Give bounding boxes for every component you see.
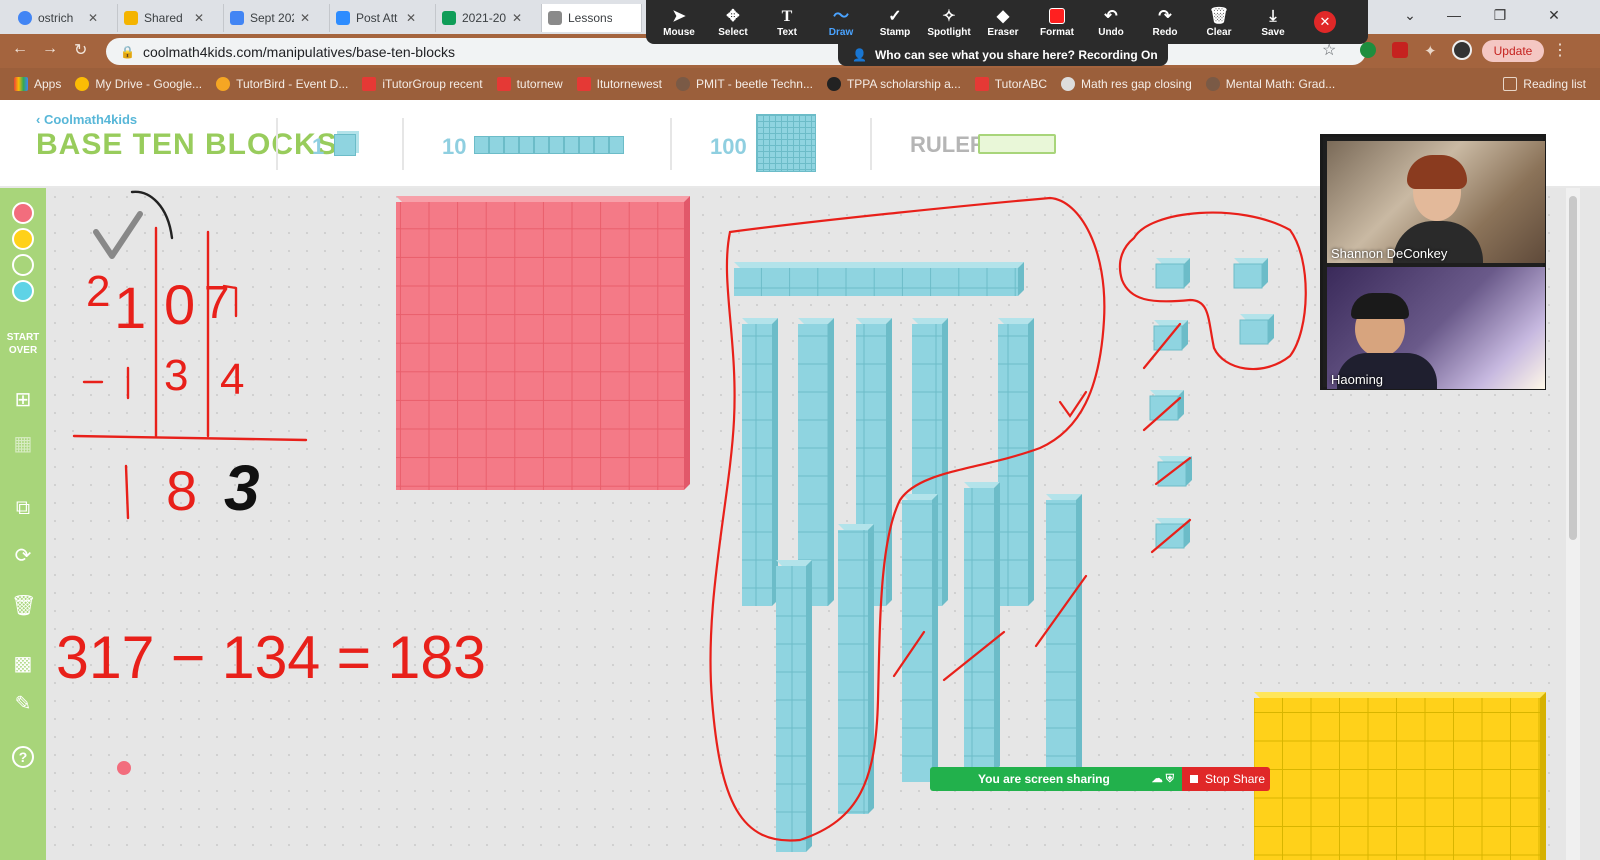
hundred-block-yellow[interactable] bbox=[1254, 692, 1546, 860]
hundred-block-red[interactable] bbox=[396, 196, 690, 490]
screen-share-bar: You are screen sharing ☁ ⛨ Stop Share bbox=[930, 767, 1270, 791]
drawing-layer: 2 1 0 7 3 4 8 3 317 − 134 = 183 bbox=[56, 190, 1546, 860]
ten-rod[interactable] bbox=[1046, 494, 1082, 782]
unit-cube[interactable] bbox=[1233, 258, 1268, 289]
handwritten-digit: 1 bbox=[114, 276, 146, 341]
handwritten-digit: 8 bbox=[166, 459, 197, 522]
pen-cursor-dot bbox=[117, 761, 131, 775]
video-tile-teacher[interactable]: Shannon DeConkey bbox=[1327, 141, 1545, 263]
participant-name: Haoming bbox=[1331, 372, 1384, 387]
ten-rod[interactable] bbox=[742, 318, 778, 606]
participant-hair bbox=[1351, 293, 1409, 319]
handwritten-digit: 3 bbox=[164, 351, 188, 400]
video-panel[interactable]: Shannon DeConkey Haoming bbox=[1320, 134, 1546, 390]
stop-share-button[interactable]: Stop Share bbox=[1182, 767, 1270, 791]
sharing-status[interactable]: You are screen sharing ☁ ⛨ bbox=[930, 767, 1182, 791]
handwritten-digit: 0 bbox=[164, 273, 195, 336]
participant-hair bbox=[1407, 155, 1467, 189]
handwritten-equation: 317 − 134 = 183 bbox=[56, 624, 486, 691]
unit-cube[interactable] bbox=[1149, 390, 1184, 421]
shield-icon: ☁ ⛨ bbox=[1151, 773, 1174, 785]
participant-name: Shannon DeConkey bbox=[1331, 246, 1448, 261]
unit-cube[interactable] bbox=[1239, 314, 1274, 345]
ten-rod[interactable] bbox=[964, 482, 1000, 772]
handwritten-digit: 4 bbox=[220, 355, 244, 404]
ten-rod[interactable] bbox=[734, 262, 1024, 296]
sharing-status-text: You are screen sharing bbox=[978, 772, 1110, 786]
handwritten-digit: 2 bbox=[86, 267, 110, 316]
stop-share-label: Stop Share bbox=[1205, 772, 1266, 786]
stop-square-icon bbox=[1190, 775, 1198, 783]
ten-rod[interactable] bbox=[998, 318, 1034, 606]
video-tile-student[interactable]: Haoming bbox=[1327, 267, 1545, 389]
unit-cube[interactable] bbox=[1155, 258, 1190, 289]
typed-digit: 3 bbox=[224, 452, 260, 524]
ten-rod[interactable] bbox=[776, 560, 812, 852]
handwritten-digit: 7 bbox=[204, 276, 230, 328]
